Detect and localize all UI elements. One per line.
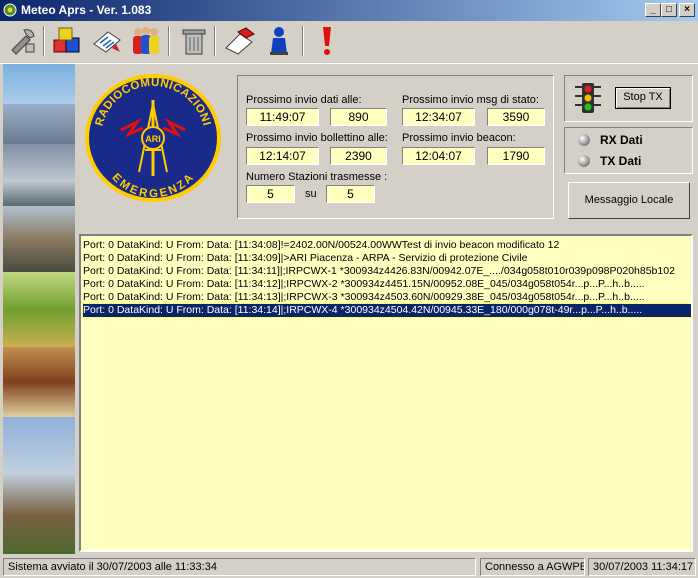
messaggio-locale-button[interactable]: Messaggio Locale — [568, 182, 690, 219]
stop-tx-button[interactable]: Stop TX — [615, 87, 671, 109]
stazioni-value-field: 5 — [246, 185, 295, 203]
log-row[interactable]: Port: 0 DataKind: U From: Data: [11:34:0… — [83, 252, 691, 265]
status-bar: Sistema avviato il 30/07/2003 alle 11:33… — [0, 556, 698, 578]
stazioni-total-field: 5 — [326, 185, 375, 203]
tx-led-icon — [578, 155, 590, 167]
prossimo-bollettino-time-field: 12:14:07 — [246, 147, 319, 165]
cubes-icon[interactable] — [50, 24, 84, 58]
log-row[interactable]: Port: 0 DataKind: U From: Data: [11:34:1… — [83, 291, 691, 304]
trash-icon[interactable] — [177, 24, 211, 58]
traffic-light-icon — [575, 83, 601, 113]
toolbar-separator — [168, 26, 170, 56]
lake-photo — [3, 144, 75, 206]
logo-emblem: ARI — [145, 134, 161, 144]
log-row-selected[interactable]: Port: 0 DataKind: U From: Data: [11:34:1… — [82, 303, 691, 318]
prossimo-beacon-label: Prossimo invio beacon: — [402, 132, 516, 144]
palace-photo — [3, 206, 75, 272]
prossimo-msg-time-field: 12:34:07 — [402, 108, 475, 126]
status-avviato: Sistema avviato il 30/07/2003 alle 11:33… — [3, 558, 476, 576]
minimize-button[interactable]: _ — [645, 3, 661, 17]
rx-dati-label: RX Dati — [600, 133, 643, 147]
prossimo-beacon-count-field: 1790 — [487, 147, 545, 165]
maximize-button[interactable]: □ — [661, 3, 677, 17]
prossimo-bollettino-label: Prossimo invio bollettino alle: — [246, 132, 388, 144]
status-datetime: 30/07/2003 11:34:17 — [588, 558, 696, 576]
prossimo-beacon-time-field: 12:04:07 — [402, 147, 475, 165]
app-icon — [3, 3, 17, 17]
prossimo-dati-count-field: 890 — [330, 108, 387, 126]
su-label: su — [305, 188, 317, 200]
toolbar-separator — [43, 26, 45, 56]
report-icon[interactable] — [90, 24, 124, 58]
stazioni-label: Numero Stazioni trasmesse : — [246, 171, 388, 183]
log-row[interactable]: Port: 0 DataKind: U From: Data: [11:34:1… — [83, 278, 691, 291]
field-photo — [3, 272, 75, 347]
window-title: Meteo Aprs - Ver. 1.083 — [21, 3, 152, 17]
toolbar-separator — [214, 26, 216, 56]
prossimo-dati-label: Prossimo invio dati alle: — [246, 94, 362, 106]
castle-photo — [3, 417, 75, 554]
title-bar: Meteo Aprs - Ver. 1.083 _ □ × — [0, 0, 698, 21]
tools-icon[interactable] — [6, 24, 40, 58]
prossimo-msg-label: Prossimo invio msg di stato: — [402, 94, 539, 106]
prossimo-msg-count-field: 3590 — [487, 108, 545, 126]
prossimo-dati-time-field: 11:49:07 — [246, 108, 319, 126]
eraser-icon[interactable] — [222, 24, 256, 58]
toolbar — [0, 21, 698, 64]
packet-log-list[interactable]: Port: 0 DataKind: U From: Data: [11:34:0… — [79, 234, 693, 552]
food-photo — [3, 347, 75, 417]
radiocomunicazioni-emergenza-logo: RADIOCOMUNICAZIONI EMERGENZA ARI — [85, 74, 221, 202]
close-button[interactable]: × — [679, 3, 695, 17]
prossimo-bollettino-count-field: 2390 — [330, 147, 387, 165]
status-connesso: Connesso a AGWPE — [480, 558, 585, 576]
users-icon[interactable] — [128, 24, 162, 58]
tx-dati-label: TX Dati — [600, 154, 642, 168]
mountain-photo — [3, 104, 75, 144]
rx-led-icon — [578, 134, 590, 146]
log-row[interactable]: Port: 0 DataKind: U From: Data: [11:34:0… — [83, 239, 691, 252]
toolbar-separator — [302, 26, 304, 56]
log-row[interactable]: Port: 0 DataKind: U From: Data: [11:34:1… — [83, 265, 691, 278]
sidebar-photos — [3, 64, 75, 554]
alert-icon[interactable] — [310, 24, 344, 58]
person-icon[interactable] — [262, 24, 296, 58]
